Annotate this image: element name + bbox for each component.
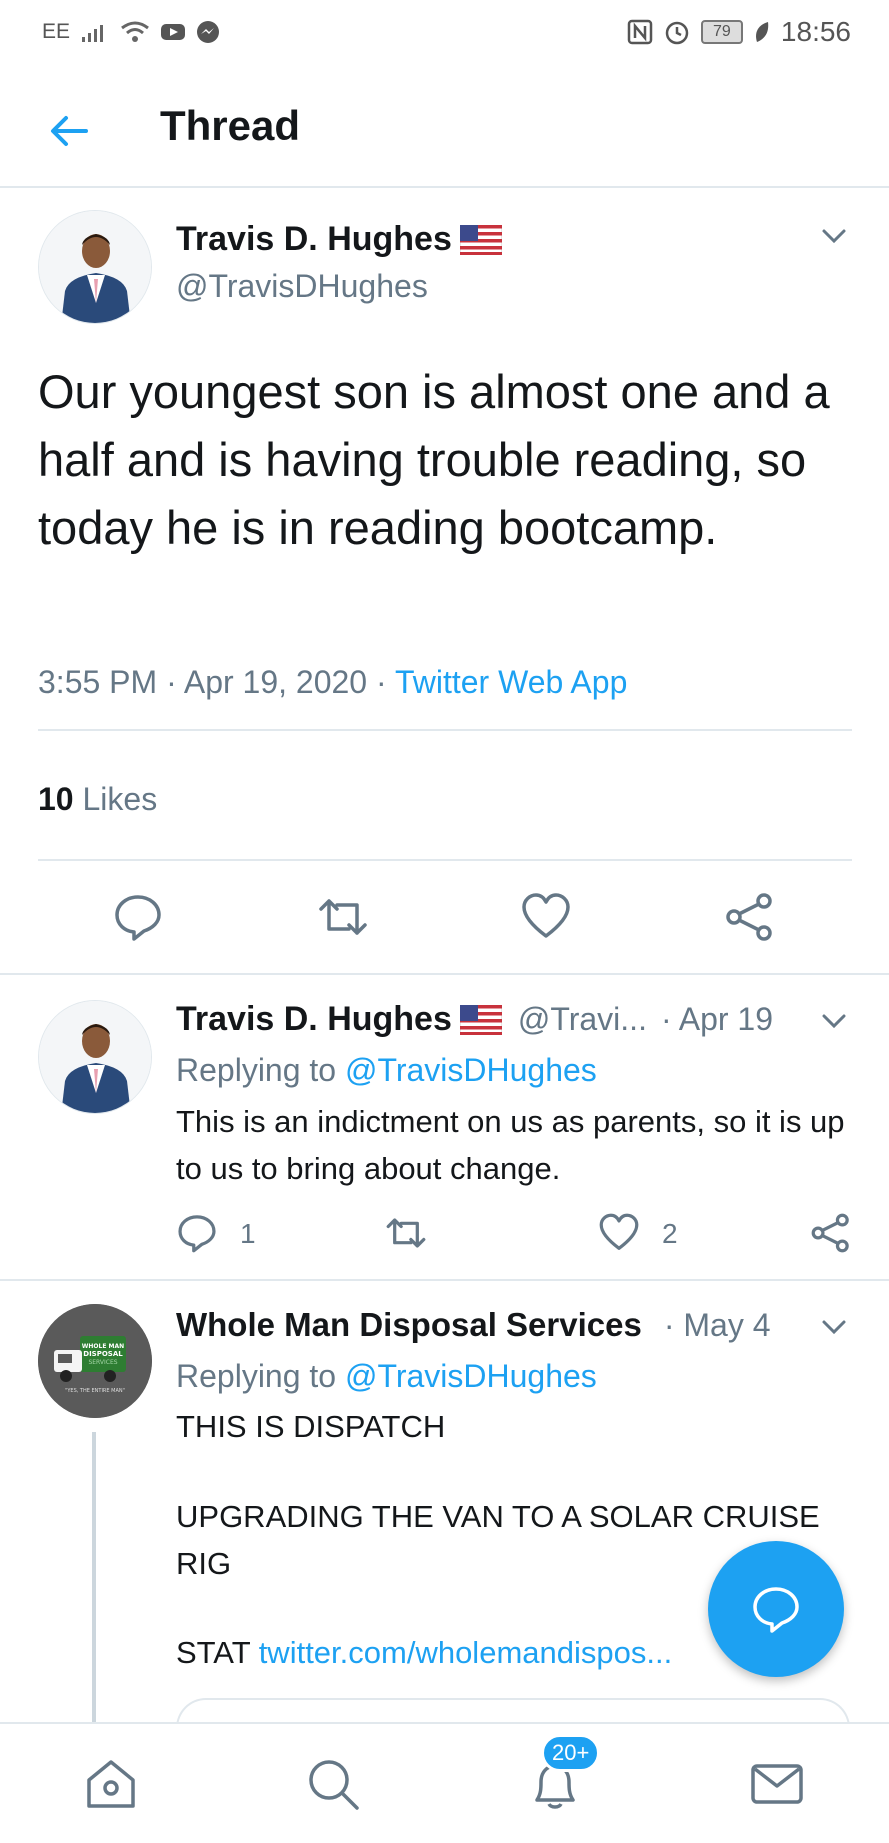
logo-tagline: "YES, THE ENTIRE MAN" (65, 1388, 125, 1394)
tweet-source[interactable]: Twitter Web App (395, 664, 627, 700)
author-handle[interactable]: @TravisDHughes (176, 268, 428, 305)
wifi-icon (121, 21, 149, 42)
reply-line-1: THIS IS DISPATCH (176, 1409, 446, 1444)
tweet-text: Our youngest son is almost one and a hal… (38, 365, 830, 554)
thread-connector (92, 1432, 96, 1722)
replying-to: Replying to @TravisDHughes (176, 1358, 597, 1395)
retweet-icon[interactable] (317, 891, 369, 943)
reply-bubble-icon (753, 1587, 799, 1633)
divider (0, 973, 889, 975)
reply-header: Whole Man Disposal Services · May 4 (176, 1306, 771, 1344)
divider (38, 859, 852, 861)
reply-author-name[interactable]: Whole Man Disposal Services (176, 1306, 642, 1344)
chevron-down-icon[interactable] (818, 1311, 850, 1343)
chevron-down-icon[interactable] (818, 220, 850, 252)
share-icon[interactable] (724, 891, 776, 943)
company-logo: WHOLE MAN DISPOSAL SERVICES "YES, THE EN… (38, 1304, 152, 1418)
likes-label: Likes (82, 781, 158, 817)
us-flag-icon (459, 224, 502, 255)
reply-line-3: STAT twitter.com/wholemandispos... (176, 1629, 736, 1676)
bottom-nav: 20+ (0, 1722, 889, 1843)
avatar[interactable] (38, 1000, 152, 1114)
reply-author-name[interactable]: Travis D. Hughes (176, 1000, 452, 1039)
search-icon[interactable] (305, 1756, 361, 1812)
page-title: Thread (160, 102, 301, 149)
carrier-label: EE (42, 20, 71, 43)
tweet-meta: 3:55 PM · Apr 19, 2020 · Twitter Web App (38, 664, 627, 701)
replying-prefix: Replying to (176, 1358, 345, 1394)
reply-count: 1 (240, 1218, 256, 1249)
share-icon[interactable] (810, 1212, 852, 1254)
reply-line-3-prefix: STAT (176, 1635, 259, 1670)
reply-date: · Apr 19 (660, 1001, 774, 1037)
avatar[interactable] (38, 210, 152, 324)
leaf-icon (755, 22, 769, 42)
battery-indicator: 79 (700, 20, 743, 44)
status-bar: EE 79 18:56 (0, 0, 889, 68)
replying-to-link[interactable]: @TravisDHughes (345, 1052, 597, 1088)
reply-icon[interactable] (112, 891, 164, 943)
messenger-icon (197, 21, 220, 43)
avatar-image (39, 1001, 151, 1113)
like-icon[interactable] (520, 891, 572, 943)
signal-icon (82, 25, 104, 42)
retweet-icon[interactable] (385, 1212, 427, 1254)
youtube-icon (161, 24, 186, 40)
reply-author-handle[interactable]: @Travi... (518, 1001, 647, 1038)
divider (0, 1279, 889, 1281)
logo-line-3: SERVICES (88, 1359, 117, 1366)
alarm-icon (665, 21, 689, 45)
reply-icon[interactable] (176, 1212, 218, 1254)
back-arrow-icon[interactable] (44, 106, 94, 156)
us-flag-icon (459, 1004, 502, 1035)
author-name-row: Travis D. Hughes (176, 220, 502, 259)
reply-date: · May 4 (663, 1306, 771, 1343)
tweet-link[interactable]: twitter.com/wholemandispos... (259, 1635, 673, 1670)
avatar[interactable]: WHOLE MAN DISPOSAL SERVICES "YES, THE EN… (38, 1304, 152, 1418)
nfc-icon (627, 19, 653, 45)
logo-line-2: DISPOSAL (83, 1350, 123, 1358)
replying-to: Replying to @TravisDHughes (176, 1052, 597, 1089)
reply-header: Travis D. Hughes @Travi... · Apr 19 (176, 1000, 773, 1039)
logo-line-1: WHOLE MAN (82, 1343, 124, 1350)
clock: 18:56 (780, 16, 851, 47)
likes-summary[interactable]: 10 Likes (38, 781, 157, 818)
like-icon[interactable] (598, 1212, 640, 1254)
replying-prefix: Replying to (176, 1052, 345, 1088)
like-count: 2 (662, 1218, 678, 1249)
likes-count: 10 (38, 781, 74, 817)
chevron-down-icon[interactable] (818, 1005, 850, 1037)
home-icon[interactable] (83, 1756, 139, 1812)
status-left: EE (42, 20, 220, 44)
notifications-badge: 20+ (541, 1734, 601, 1772)
tweet-timestamp: 3:55 PM · Apr 19, 2020 · (38, 664, 395, 700)
divider (38, 729, 852, 731)
messages-mail-icon[interactable] (749, 1756, 805, 1812)
status-right: 79 18:56 (627, 16, 851, 48)
reply-text: This is an indictment on us as parents, … (176, 1104, 845, 1186)
header-bar: Thread (0, 68, 889, 188)
replying-to-link[interactable]: @TravisDHughes (345, 1358, 597, 1394)
avatar-image (39, 211, 151, 323)
compose-reply-button[interactable] (708, 1541, 844, 1677)
author-name[interactable]: Travis D. Hughes (176, 220, 452, 259)
